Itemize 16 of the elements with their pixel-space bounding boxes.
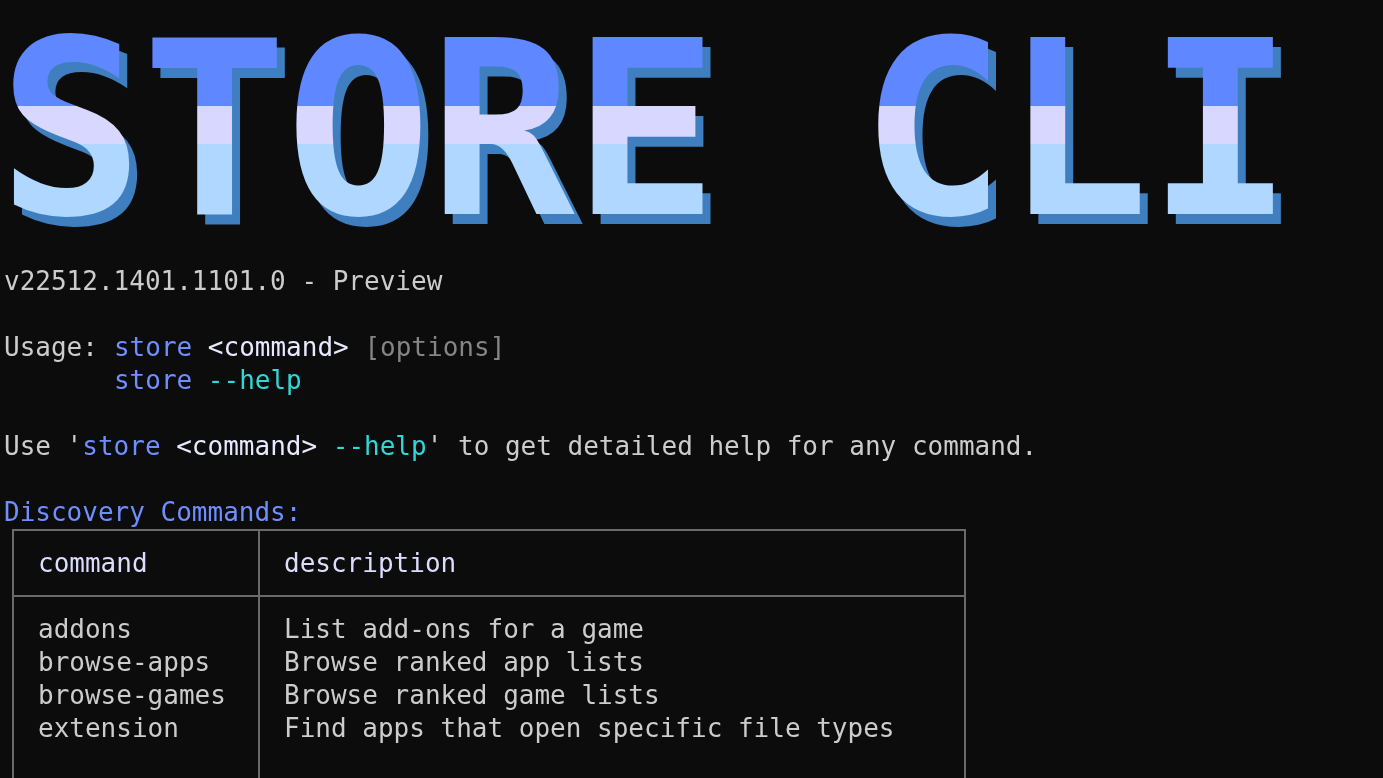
usage-line: store --help	[113, 364, 302, 397]
section-heading: Discovery Commands:	[4, 496, 302, 529]
command-cell: browse-apps	[38, 646, 211, 679]
column-header: command	[38, 546, 148, 580]
column-header: description	[284, 546, 457, 580]
usage-label: Usage:	[4, 331, 98, 364]
command-cell: extension	[38, 712, 179, 745]
usage-line: store <command> [options]	[113, 331, 506, 364]
version-text: v22512.1401.1101.0 - Preview	[4, 265, 443, 298]
description-cell: Find apps that open specific file types	[284, 712, 895, 745]
description-cell: Browse ranked app lists	[284, 646, 645, 679]
description-cell: List add-ons for a game	[284, 613, 645, 646]
command-cell: browse-games	[38, 679, 226, 712]
command-cell: addons	[38, 613, 132, 646]
help-hint: Use 'store <command> --help' to get detailed help for any command.	[4, 430, 1038, 463]
description-cell: Browse ranked game lists	[284, 679, 660, 712]
